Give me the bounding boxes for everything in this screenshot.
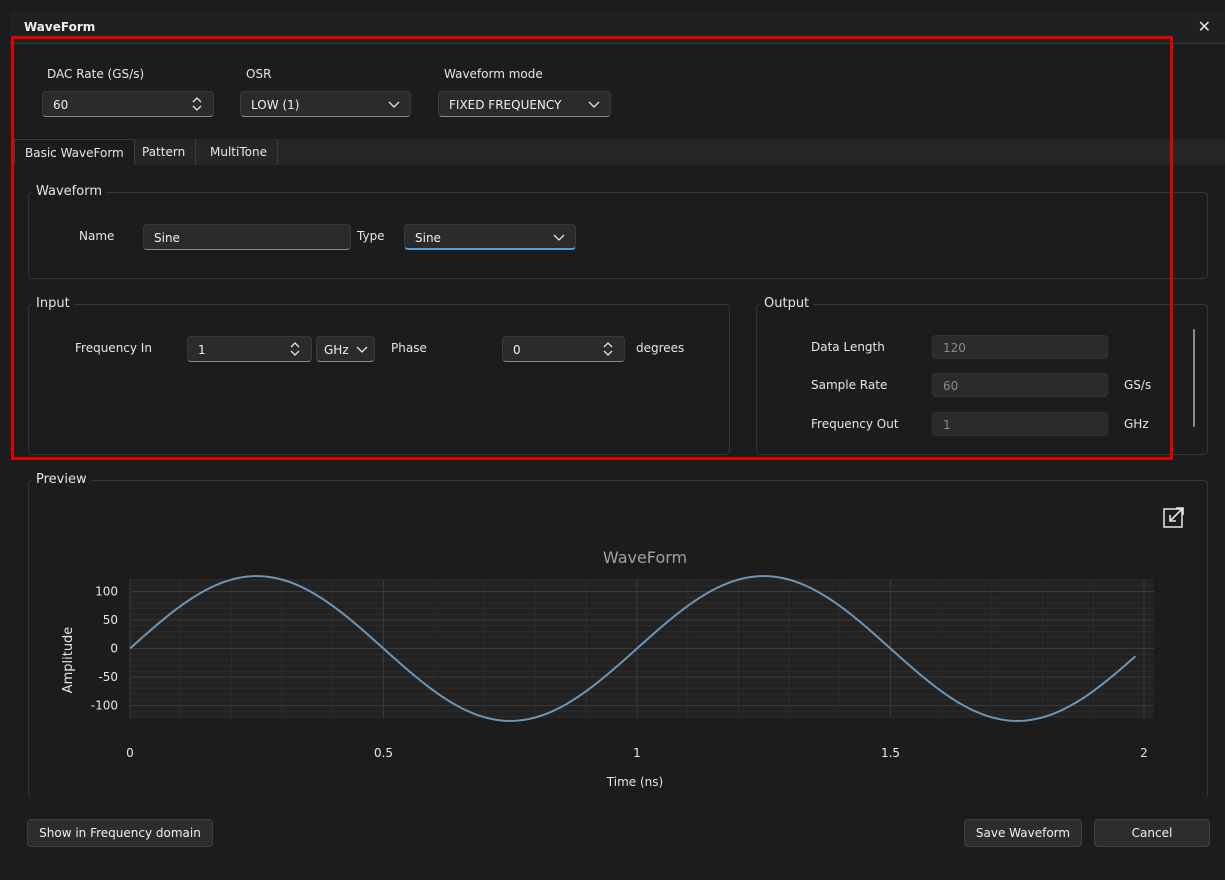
x-tick-label: 0.5 bbox=[374, 746, 393, 760]
y-tick-label: 0 bbox=[110, 642, 118, 656]
y-tick-label: 100 bbox=[95, 585, 118, 599]
chart-title: WaveForm bbox=[603, 548, 687, 567]
x-tick-label: 0 bbox=[126, 746, 134, 760]
save-waveform-button[interactable]: Save Waveform bbox=[964, 819, 1082, 847]
waveform-chart: WaveForm 100 50 0 -50 -100 0 0.5 1 1.5 2 Time (n… bbox=[61, 548, 1154, 789]
show-frequency-domain-button[interactable]: Show in Frequency domain bbox=[27, 819, 213, 847]
dialog-content: DAC Rate (GS/s) 60 OSR LOW (1) Waveform … bbox=[10, 45, 1225, 880]
cancel-button[interactable]: Cancel bbox=[1094, 819, 1210, 847]
y-tick-label: -50 bbox=[98, 670, 118, 684]
title-bar: WaveForm ✕ bbox=[10, 10, 1225, 44]
x-tick-label: 1 bbox=[633, 746, 641, 760]
x-tick-label: 1.5 bbox=[881, 746, 900, 760]
close-icon[interactable]: ✕ bbox=[1198, 17, 1211, 36]
y-tick-labels: 100 50 0 -50 -100 bbox=[91, 585, 118, 713]
y-tick-label: 50 bbox=[103, 613, 118, 627]
x-tick-label: 2 bbox=[1140, 746, 1148, 760]
y-axis-label: Amplitude bbox=[61, 627, 76, 694]
window-title: WaveForm bbox=[24, 20, 96, 34]
x-tick-labels: 0 0.5 1 1.5 2 bbox=[126, 746, 1148, 760]
x-axis-label: Time (ns) bbox=[606, 775, 663, 789]
y-tick-label: -100 bbox=[91, 699, 118, 713]
